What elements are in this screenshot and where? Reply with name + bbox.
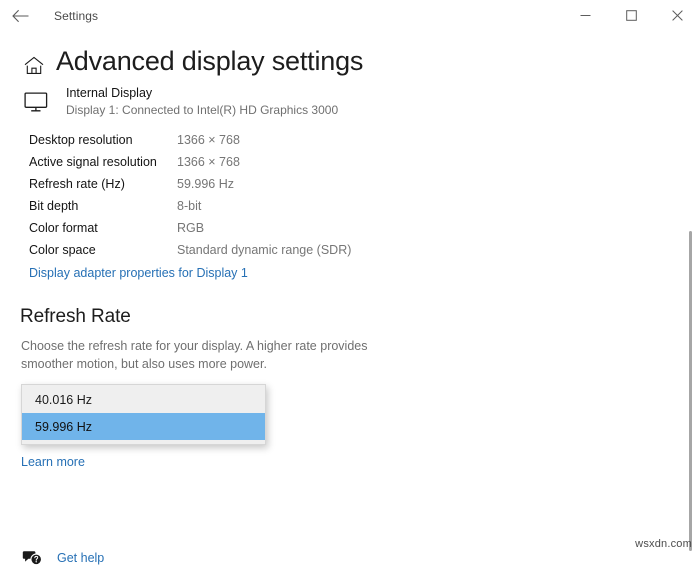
display-adapter-properties-link[interactable]: Display adapter properties for Display 1 (29, 266, 248, 280)
monitor-icon (24, 87, 56, 117)
detail-label: Refresh rate (Hz) (29, 177, 125, 191)
home-icon[interactable] (20, 47, 48, 77)
help-glyph-icon (22, 550, 43, 565)
detail-value: RGB (177, 221, 205, 235)
detail-label: Color format (29, 221, 98, 235)
learn-more-link[interactable]: Learn more (21, 455, 85, 469)
display-details-table: Desktop resolution 1366 × 768 Active sig… (0, 129, 700, 261)
refresh-rate-heading: Refresh Rate (20, 306, 131, 327)
detail-label: Bit depth (29, 199, 79, 213)
dropdown-option-60[interactable]: 59.996 Hz (22, 413, 265, 440)
detail-value: Standard dynamic range (SDR) (177, 243, 352, 257)
minimize-icon (580, 15, 590, 16)
detail-value: 8-bit (177, 199, 202, 213)
title-bar: Settings (0, 0, 700, 31)
watermark: wsxdn.com (635, 538, 692, 550)
page-title: Advanced display settings (56, 46, 364, 77)
maximize-icon (625, 10, 637, 21)
minimize-button[interactable] (562, 0, 608, 31)
close-button[interactable] (654, 0, 700, 31)
refresh-rate-dropdown-wrapper: 40.016 Hz 59.996 Hz (21, 384, 266, 445)
get-help[interactable]: Get help (21, 547, 104, 569)
monitor-glyph-icon (24, 92, 48, 112)
detail-value: 59.996 Hz (177, 177, 234, 191)
back-button[interactable] (0, 0, 40, 31)
page-header: Advanced display settings (0, 46, 700, 77)
display-summary: Internal Display Display 1: Connected to… (0, 85, 700, 119)
detail-value: 1366 × 768 (177, 133, 240, 147)
close-icon (671, 10, 683, 21)
app-title: Settings (54, 8, 99, 23)
help-speech-bubble-icon (21, 547, 45, 569)
home-glyph-icon (24, 56, 44, 74)
detail-value: 1366 × 768 (177, 155, 240, 169)
detail-label: Active signal resolution (29, 155, 157, 169)
back-arrow-icon (11, 9, 28, 22)
refresh-rate-dropdown-list[interactable]: 40.016 Hz 59.996 Hz (21, 384, 266, 445)
display-text: Internal Display Display 1: Connected to… (66, 85, 338, 119)
window-controls (562, 0, 700, 31)
display-subtitle: Display 1: Connected to Intel(R) HD Grap… (66, 103, 339, 117)
dropdown-option-40[interactable]: 40.016 Hz (22, 387, 265, 413)
settings-page: Advanced display settings Internal Displ… (0, 46, 700, 565)
scrollbar-thumb[interactable] (689, 231, 692, 551)
get-help-label[interactable]: Get help (57, 551, 104, 565)
vertical-scrollbar[interactable] (687, 31, 694, 553)
refresh-rate-description: Choose the refresh rate for your display… (21, 339, 368, 371)
display-name: Internal Display (66, 86, 153, 100)
detail-label: Desktop resolution (29, 133, 133, 147)
detail-label: Color space (29, 243, 96, 257)
maximize-button[interactable] (608, 0, 654, 31)
